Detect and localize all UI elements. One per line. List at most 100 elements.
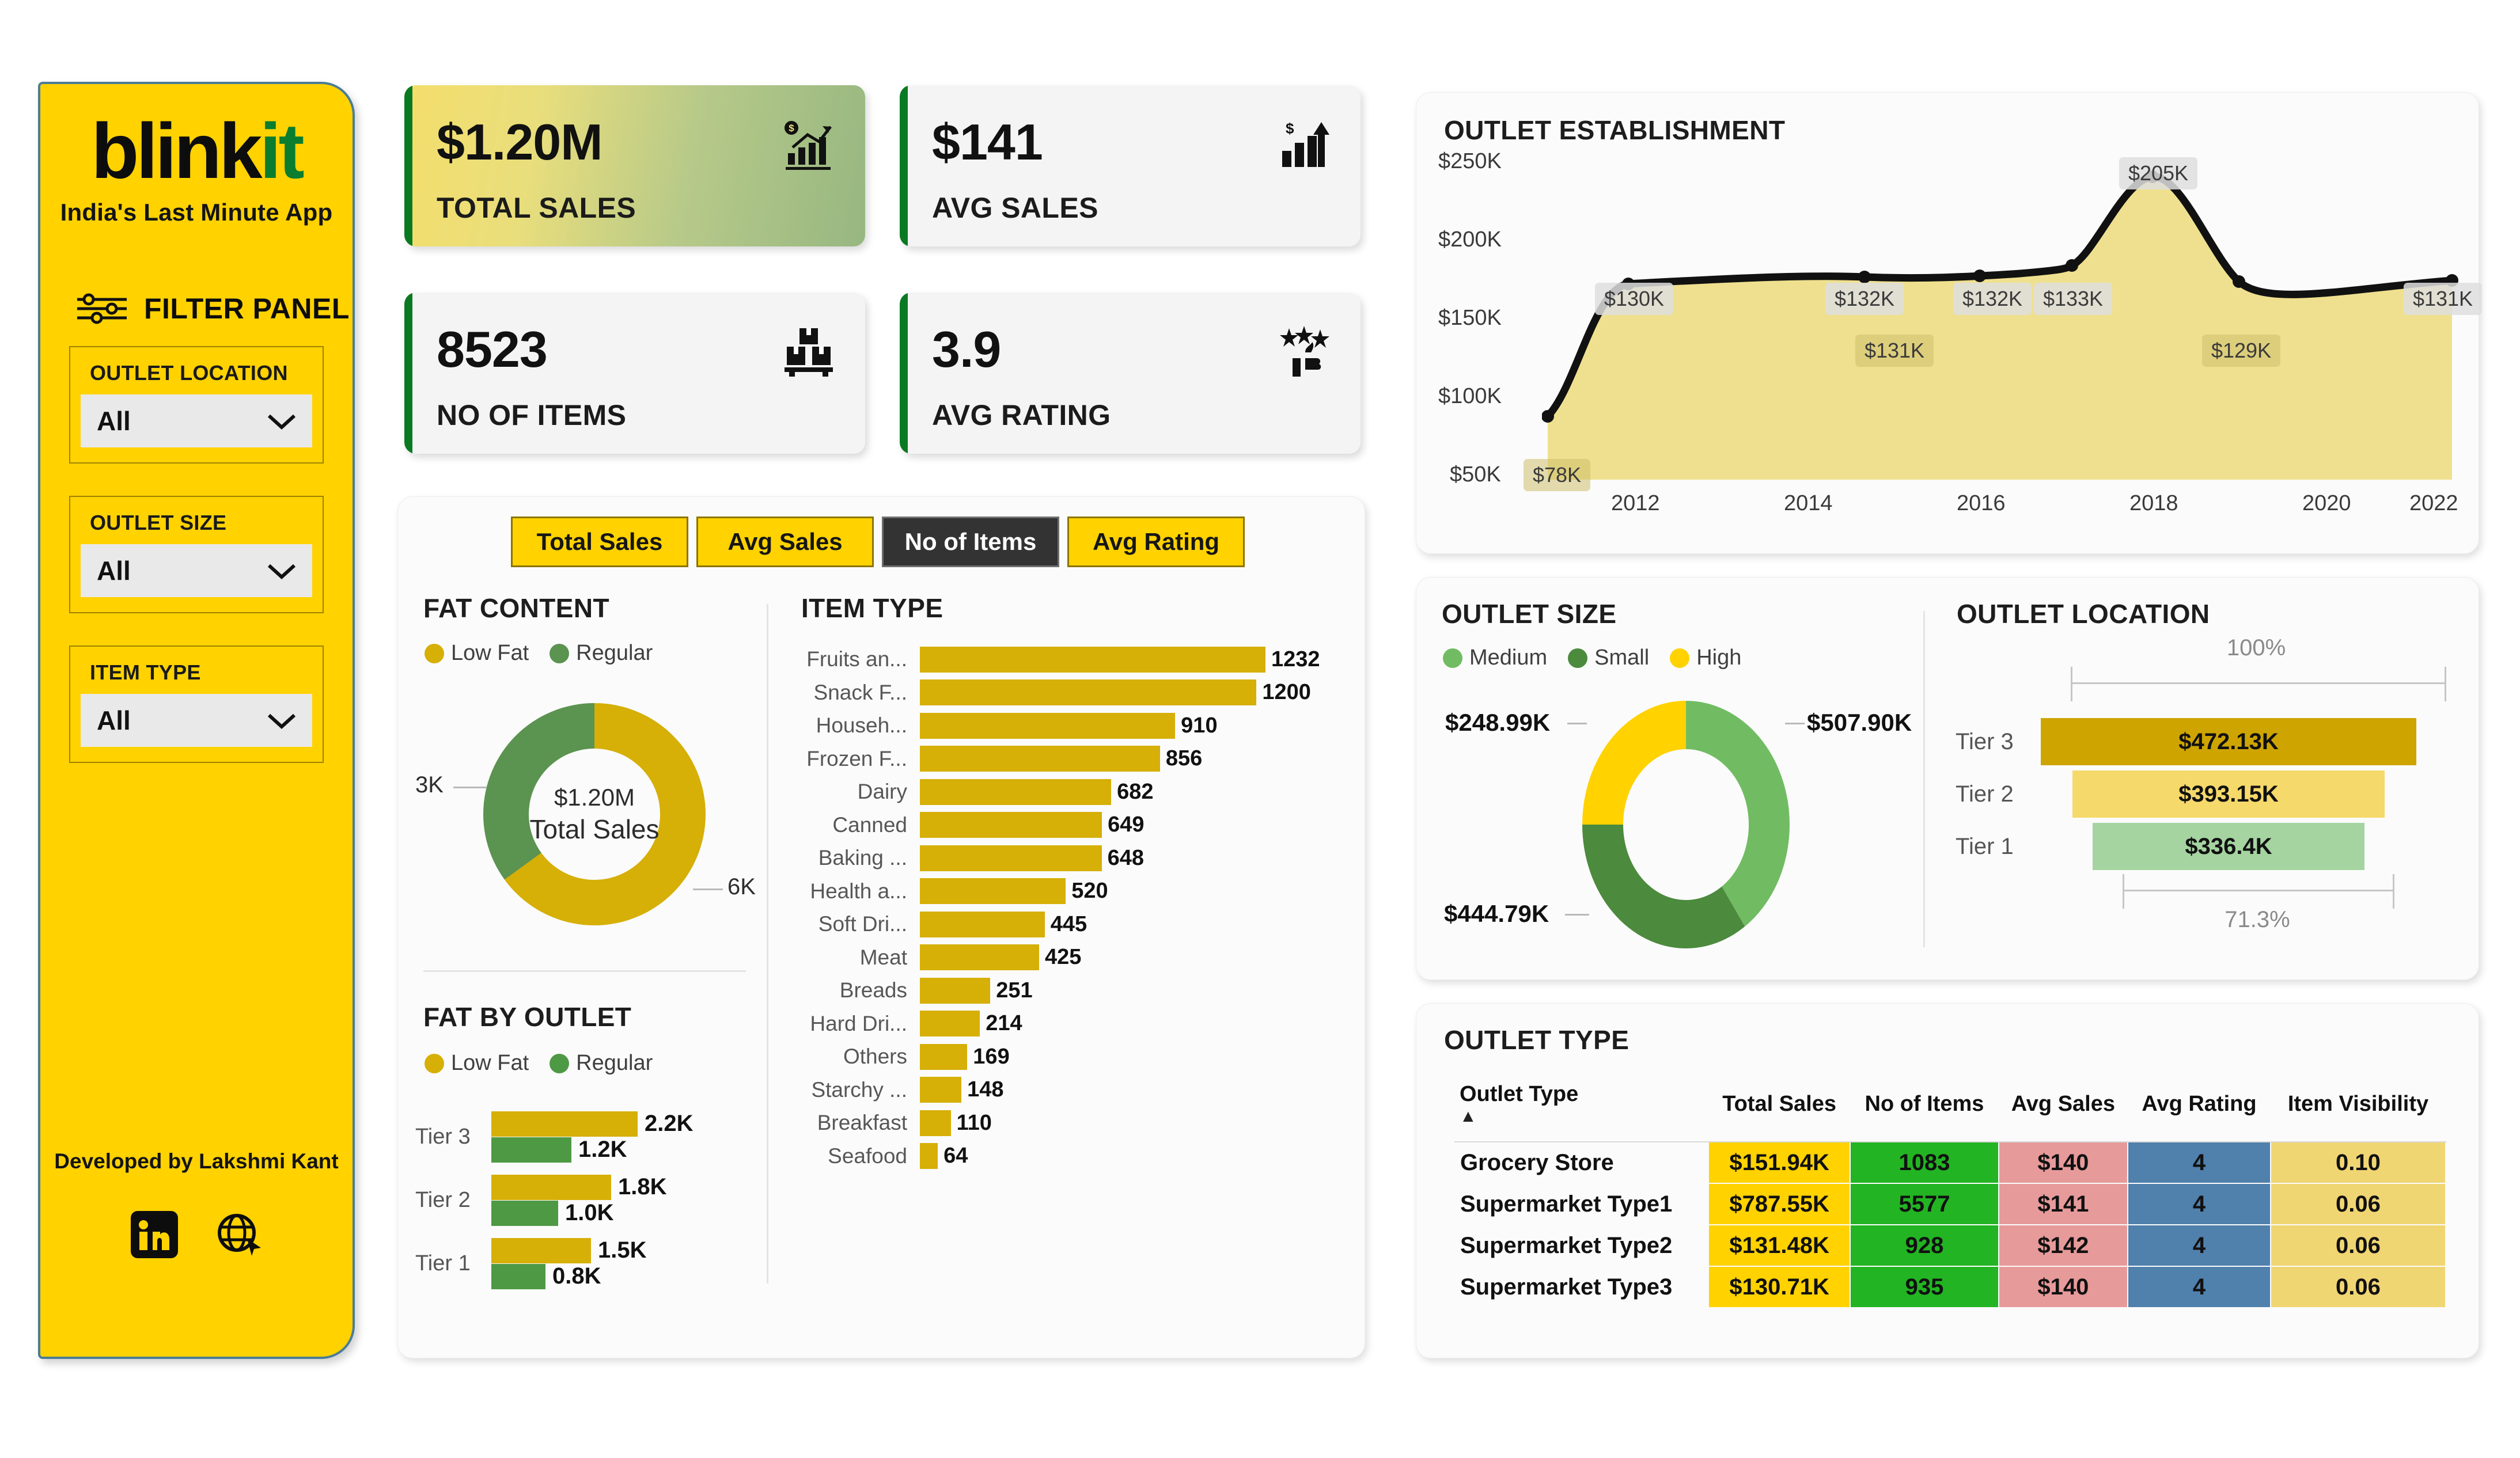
vertical-divider xyxy=(767,604,768,1284)
item-type-label: Dairy xyxy=(857,780,907,803)
legend-item-low-fat[interactable]: Low Fat xyxy=(425,1051,529,1076)
tab-avg-sales[interactable]: Avg Sales xyxy=(696,517,874,567)
brand-tagline: India's Last Minute App xyxy=(60,199,333,226)
tab-no-of-items[interactable]: No of Items xyxy=(882,517,1059,567)
kpi-value: $141 xyxy=(932,113,1043,170)
item-type-row[interactable]: Others 169 xyxy=(795,1042,1348,1072)
legend-item-medium[interactable]: Medium xyxy=(1443,646,1547,670)
item-type-row[interactable]: Breads 251 xyxy=(795,975,1348,1005)
item-type-bar-wrap: 520 xyxy=(920,878,1348,904)
table-row[interactable]: Grocery Store $151.94K 1083 $140 4 0.10 xyxy=(1454,1141,2447,1184)
tab-total-sales[interactable]: Total Sales xyxy=(511,517,688,567)
sliders-icon xyxy=(77,293,127,324)
kpi-card-avg-sales[interactable]: $141 AVG SALES $ xyxy=(900,85,1361,246)
table-row[interactable]: Supermarket Type2 $131.48K 928 $142 4 0.06 xyxy=(1454,1224,2447,1267)
group-label: Tier 3 xyxy=(415,1124,471,1149)
item-type-row[interactable]: Househ... 910 xyxy=(795,711,1348,741)
y-tick-200k: $200K xyxy=(1438,227,1502,252)
item-type-row[interactable]: Fruits an... 1232 xyxy=(795,644,1348,674)
col-avg-sales[interactable]: Avg Sales xyxy=(1998,1077,2128,1142)
fat-by-outlet-chart[interactable]: Tier 3 2.2K 1.2K Tier 2 1.8K 1.0K Tier 1… xyxy=(415,1111,744,1301)
legend-item-high[interactable]: High xyxy=(1670,646,1741,670)
data-label-2012: $130K xyxy=(1594,283,1674,315)
outlet-location-dropdown[interactable]: All xyxy=(81,394,312,448)
item-type-row[interactable]: Snack F... 1200 xyxy=(795,678,1348,708)
col-outlet-type[interactable]: Outlet Type ▲ xyxy=(1455,1077,1708,1142)
col-no-of-items[interactable]: No of Items xyxy=(1850,1077,1999,1142)
kpi-card-avg-rating[interactable]: 3.9 AVG RATING xyxy=(900,293,1361,454)
item-type-row[interactable]: Meat 425 xyxy=(795,943,1348,973)
outlet-location-funnel[interactable]: Tier 3 $472.13K Tier 2 $393.15K Tier 1 $… xyxy=(1956,718,2449,875)
globe-icon[interactable] xyxy=(214,1210,263,1259)
kpi-card-no-of-items[interactable]: 8523 NO OF ITEMS xyxy=(404,293,865,454)
sort-asc-icon: ▲ xyxy=(1460,1107,1477,1126)
legend-swatch xyxy=(550,643,570,663)
bar-value: 1.5K xyxy=(598,1237,647,1263)
legend-item-small[interactable]: Small xyxy=(1568,646,1649,670)
funnel-label: Tier 2 xyxy=(1956,781,2014,807)
slicer-item-type: ITEM TYPE All xyxy=(69,646,324,764)
fat-content-donut[interactable]: $1.20M Total Sales xyxy=(483,703,706,925)
outlet-type-table[interactable]: Outlet Type ▲ Total Sales No of Items Av… xyxy=(1454,1077,2447,1308)
data-label-2011: $78K xyxy=(1523,459,1591,491)
slicer-label: OUTLET SIZE xyxy=(90,511,227,535)
y-tick-50k: $50K xyxy=(1450,462,1501,487)
table-row[interactable]: Supermarket Type3 $130.71K 935 $140 4 0.06 xyxy=(1454,1266,2447,1308)
outlet-size-dropdown[interactable]: All xyxy=(81,544,312,598)
item-type-bar xyxy=(920,1011,980,1036)
developer-credit: Developed by Lakshmi Kant xyxy=(54,1149,339,1173)
col-item-visibility[interactable]: Item Visibility xyxy=(2270,1077,2446,1142)
chevron-down-icon xyxy=(267,564,296,580)
cell-avg-rating: 4 xyxy=(2127,1141,2271,1184)
item-type-row[interactable]: Breakfast 110 xyxy=(795,1108,1348,1138)
item-type-value: 682 xyxy=(1117,779,1154,804)
legend-item-regular[interactable]: Regular xyxy=(550,641,653,666)
item-type-bar xyxy=(920,1077,962,1103)
linkedin-icon[interactable] xyxy=(130,1210,179,1259)
outlet-establishment-area-chart[interactable] xyxy=(1542,156,2464,480)
item-type-row[interactable]: Health a... 520 xyxy=(795,876,1348,906)
col-total-sales[interactable]: Total Sales xyxy=(1708,1077,1851,1142)
item-type-bar-wrap: 649 xyxy=(920,812,1348,838)
brand-logo: blinkit India's Last Minute App xyxy=(40,84,353,226)
funnel-bottom-bracket xyxy=(2123,874,2394,909)
outlet-size-donut[interactable] xyxy=(1582,701,1790,948)
item-type-row[interactable]: Dairy 682 xyxy=(795,777,1348,807)
legend-label: Regular xyxy=(576,641,653,665)
tab-avg-rating[interactable]: Avg Rating xyxy=(1067,517,1245,567)
item-type-bar xyxy=(920,878,1066,904)
col-avg-rating[interactable]: Avg Rating xyxy=(2128,1077,2271,1142)
outlet-establishment-title: OUTLET ESTABLISHMENT xyxy=(1444,115,1786,145)
legend-item-low-fat[interactable]: Low Fat xyxy=(425,641,529,666)
funnel-bar-value: $336.4K xyxy=(2093,823,2364,870)
funnel-label: Tier 1 xyxy=(1956,833,2014,859)
item-type-row[interactable]: Baking ... 648 xyxy=(795,843,1348,873)
legend-swatch xyxy=(550,1053,570,1073)
item-type-dropdown[interactable]: All xyxy=(81,694,312,747)
kpi-card-total-sales[interactable]: $1.20M TOTAL SALES $ xyxy=(404,85,865,246)
bar-value: 2.2K xyxy=(645,1111,694,1136)
cell-item-visibility: 0.06 xyxy=(2269,1183,2447,1225)
legend-item-regular[interactable]: Regular xyxy=(550,1051,653,1076)
item-type-row[interactable]: Soft Dri... 445 xyxy=(795,909,1348,939)
item-type-row[interactable]: Frozen F... 856 xyxy=(795,744,1348,774)
item-type-chart[interactable]: Fruits an... 1232 Snack F... 1200 Househ... 9… xyxy=(795,644,1348,1174)
legend-swatch xyxy=(1670,648,1690,668)
y-tick-150k: $150K xyxy=(1438,306,1502,330)
cell-no-of-items: 5577 xyxy=(1850,1183,1999,1225)
cell-avg-sales: $140 xyxy=(1998,1141,2129,1184)
item-type-row[interactable]: Starchy ... 148 xyxy=(795,1075,1348,1105)
item-type-row[interactable]: Canned 649 xyxy=(795,810,1348,840)
item-type-bar-wrap: 64 xyxy=(920,1143,1348,1169)
table-row[interactable]: Supermarket Type1 $787.55K 5577 $141 4 0.06 xyxy=(1454,1183,2447,1225)
funnel-bar-value: $393.15K xyxy=(2072,770,2385,818)
data-label-2020: $129K xyxy=(2201,335,2281,367)
fat-by-outlet-legend: Low Fat Regular xyxy=(425,1051,653,1076)
cell-total-sales: $130.71K xyxy=(1707,1266,1851,1308)
item-type-row[interactable]: Hard Dri... 214 xyxy=(795,1009,1348,1039)
item-type-value: 214 xyxy=(986,1011,1022,1035)
bar-low-fat xyxy=(491,1174,611,1200)
item-type-row[interactable]: Seafood 64 xyxy=(795,1141,1348,1171)
legend-label: Small xyxy=(1594,646,1650,670)
cell-item-visibility: 0.06 xyxy=(2269,1266,2447,1308)
